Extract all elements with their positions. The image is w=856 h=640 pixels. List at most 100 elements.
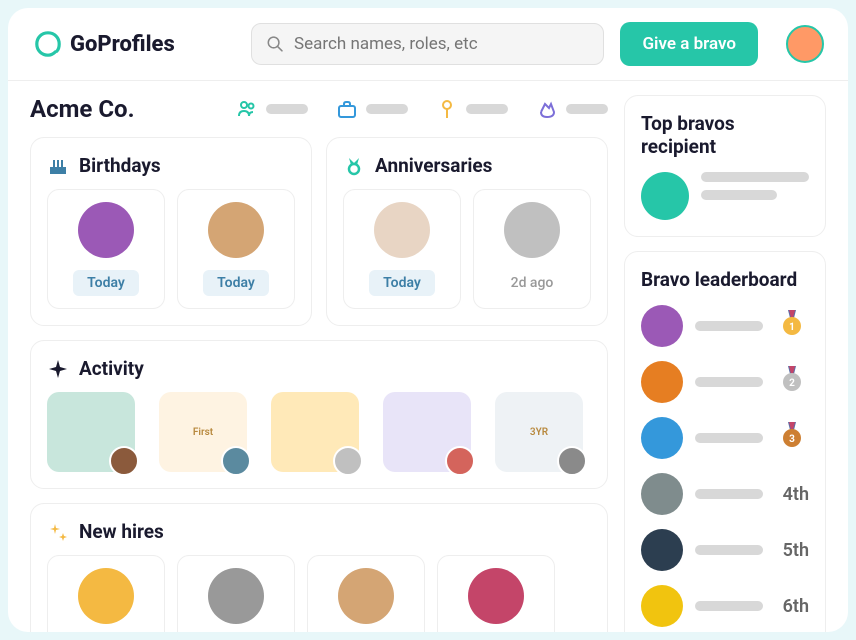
search-input[interactable] (294, 34, 589, 54)
avatar (338, 568, 394, 624)
cards-row: Birthdays Today Today Anniversaries Today… (30, 137, 608, 326)
clap-icon (536, 98, 558, 120)
leaderboard-row[interactable]: 4th (641, 473, 809, 515)
search-box[interactable] (251, 23, 605, 65)
placeholder-line (366, 104, 408, 114)
birthday-icon (47, 155, 69, 177)
rank-label: 4th (775, 484, 809, 505)
avatar (78, 202, 134, 258)
newhires-card: New hires TodayToday4d ago4d ago (30, 503, 608, 632)
placeholder-line (695, 545, 763, 555)
avatar (374, 202, 430, 258)
anniversaries-card: Anniversaries Today 2d ago (326, 137, 608, 326)
top-bravos-title: Top bravos recipient (641, 112, 809, 158)
stat-pin[interactable] (436, 98, 508, 120)
medal-icon: 1 (775, 308, 809, 344)
pin-icon (436, 98, 458, 120)
activity-item[interactable] (47, 392, 135, 472)
leaderboard-row[interactable]: 1 (641, 305, 809, 347)
date-label: 2d ago (497, 270, 568, 296)
activity-text: First (193, 427, 213, 438)
company-name: Acme Co. (30, 95, 135, 123)
person-card[interactable]: Today (47, 555, 165, 632)
search-icon (266, 34, 284, 54)
brand-text: GoProfiles (70, 32, 175, 57)
activity-title: Activity (79, 357, 144, 380)
medal-icon: 2 (775, 364, 809, 400)
briefcase-icon (336, 98, 358, 120)
rank-label: 6th (775, 596, 809, 617)
person-card[interactable]: Today (343, 189, 461, 309)
placeholder-line (701, 190, 777, 200)
date-label: Today (369, 270, 435, 296)
app-window: GoProfiles Give a bravo Acme Co. Birthd (8, 8, 848, 632)
avatar (641, 305, 683, 347)
date-label: Today (73, 270, 139, 296)
stat-clap[interactable] (536, 98, 608, 120)
rank-label: 5th (775, 540, 809, 561)
leaderboard-card: Bravo leaderboard 1234th5th6th7th (624, 251, 826, 632)
date-label: Today (203, 270, 269, 296)
user-avatar[interactable] (786, 25, 824, 63)
birthdays-card: Birthdays Today Today (30, 137, 312, 326)
avatar (641, 473, 683, 515)
avatar (641, 417, 683, 459)
activity-avatar (445, 446, 475, 476)
logo[interactable]: GoProfiles (32, 28, 175, 60)
activity-avatar (109, 446, 139, 476)
person-card[interactable]: 2d ago (473, 189, 591, 309)
medal-icon: 3 (775, 420, 809, 456)
activity-text: 3YR (530, 427, 548, 438)
avatar (208, 202, 264, 258)
stat-people[interactable] (236, 98, 308, 120)
avatar (641, 172, 689, 220)
person-card[interactable]: Today (47, 189, 165, 309)
placeholder-line (695, 321, 763, 331)
stars-icon (47, 521, 69, 543)
people-icon (236, 98, 258, 120)
sparkle-icon (47, 358, 69, 380)
stat-briefcase[interactable] (336, 98, 408, 120)
placeholder-line (695, 601, 763, 611)
activity-card: Activity First 3YR (30, 340, 608, 489)
avatar (641, 361, 683, 403)
medal-icon (343, 155, 365, 177)
company-row: Acme Co. (30, 95, 608, 123)
leaderboard-row[interactable]: 6th (641, 585, 809, 627)
top-recipient[interactable] (641, 172, 809, 220)
person-card[interactable]: Today (177, 189, 295, 309)
leaderboard-title: Bravo leaderboard (641, 268, 809, 291)
svg-text:2: 2 (789, 378, 795, 389)
avatar (641, 529, 683, 571)
avatar (504, 202, 560, 258)
activity-avatar (221, 446, 251, 476)
leaderboard-row[interactable]: 3 (641, 417, 809, 459)
person-card[interactable]: 4d ago (307, 555, 425, 632)
leaderboard-row[interactable]: 2 (641, 361, 809, 403)
avatar (468, 568, 524, 624)
activity-item[interactable]: First (159, 392, 247, 472)
activity-item[interactable] (271, 392, 359, 472)
activity-avatar (333, 446, 363, 476)
anniversaries-title: Anniversaries (375, 154, 492, 177)
top-bravos-card: Top bravos recipient (624, 95, 826, 237)
placeholder-line (695, 433, 763, 443)
placeholder-line (701, 172, 809, 182)
activity-item[interactable]: 3YR (495, 392, 583, 472)
placeholder-line (266, 104, 308, 114)
newhires-title: New hires (79, 520, 164, 543)
person-card[interactable]: 4d ago (437, 555, 555, 632)
avatar (78, 568, 134, 624)
leaderboard-row[interactable]: 5th (641, 529, 809, 571)
activity-item[interactable] (383, 392, 471, 472)
activity-avatar (557, 446, 587, 476)
content: Acme Co. Birthdays TodayToday Anniversar… (8, 81, 848, 632)
svg-text:3: 3 (789, 434, 795, 445)
stat-icons (236, 98, 608, 120)
birthdays-title: Birthdays (79, 154, 161, 177)
avatar (208, 568, 264, 624)
person-card[interactable]: Today (177, 555, 295, 632)
give-bravo-button[interactable]: Give a bravo (620, 22, 758, 66)
placeholder-line (566, 104, 608, 114)
main-column: Acme Co. Birthdays TodayToday Anniversar… (30, 95, 608, 632)
